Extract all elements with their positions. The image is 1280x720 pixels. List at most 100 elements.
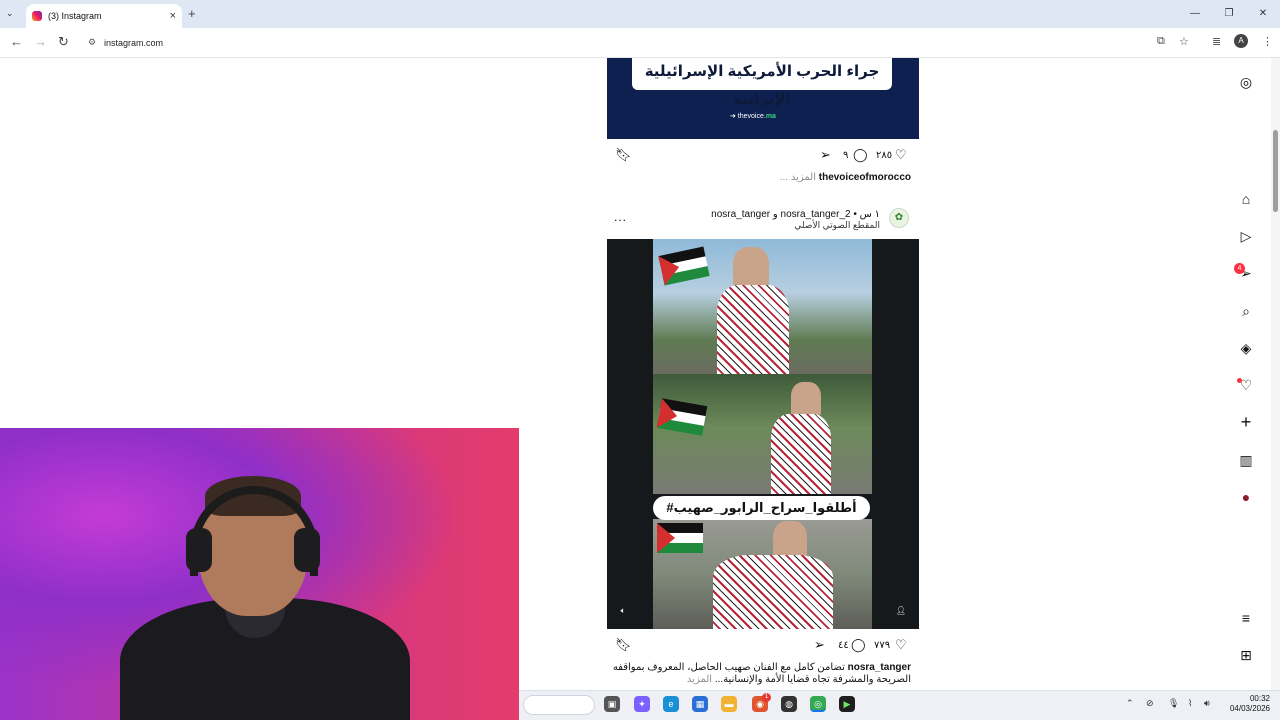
reels-icon[interactable]: ▷ xyxy=(1236,226,1256,246)
post1-comment-icon[interactable]: ◯ xyxy=(853,148,868,162)
window-controls: — ❐ ✕ xyxy=(1178,0,1280,28)
post2-author[interactable]: nosra_tanger xyxy=(848,662,911,673)
video-frame-top xyxy=(653,239,872,375)
post1-brand-prefix: ➔ thevoice xyxy=(730,113,764,120)
app-icon-dark[interactable]: ◍ xyxy=(781,696,797,712)
video-frame-middle xyxy=(653,374,872,494)
taskbar-search-box[interactable] xyxy=(523,695,595,715)
post1-like-icon[interactable]: ♡ xyxy=(895,148,907,162)
post2-caption-text: تضامن كامل مع الفنان صهيب الحاصل، المعرو… xyxy=(612,662,845,673)
dashboard-icon[interactable]: ▥ xyxy=(1236,450,1256,470)
site-info-icon[interactable]: ⚙ xyxy=(88,37,96,48)
post2-more-link[interactable]: المزيد xyxy=(687,674,712,685)
messages-badge: 4 xyxy=(1234,263,1245,274)
headset-ear-right xyxy=(294,528,320,572)
tab-search-icon[interactable]: ⌄ xyxy=(6,8,18,20)
post2-like-count[interactable]: ٧٧٩ xyxy=(874,639,890,653)
address-bar[interactable]: ⚙ instagram.com xyxy=(84,32,1200,54)
post2-author-avatar[interactable]: ✿ xyxy=(889,208,909,228)
post2-like-icon[interactable]: ♡ xyxy=(895,638,907,652)
tray-chevron-icon[interactable]: ⌃ xyxy=(1126,698,1134,709)
palestine-flag xyxy=(658,246,710,286)
tray-wifi-icon[interactable]: ⌇ xyxy=(1188,698,1192,709)
browser-menu-icon[interactable]: ⋮ xyxy=(1262,35,1273,48)
taskbar-clock[interactable]: 00:32 04/03/2026 xyxy=(1222,694,1270,714)
new-tab-button[interactable]: + xyxy=(188,6,196,21)
scrollbar-thumb[interactable] xyxy=(1273,130,1278,212)
keffiyeh xyxy=(771,414,831,494)
bookmark-star-icon[interactable]: ☆ xyxy=(1179,35,1189,48)
palestine-flag xyxy=(656,398,708,436)
post1-like-count[interactable]: ٢٨٥ xyxy=(876,149,892,163)
singer-head xyxy=(773,521,807,559)
tab-instagram[interactable]: (3) Instagram × xyxy=(26,4,182,28)
tab-close-button[interactable]: × xyxy=(170,10,176,22)
post2-share-icon[interactable]: ➢ xyxy=(814,638,825,652)
also-from-meta-icon[interactable]: ⊞ xyxy=(1236,645,1256,665)
post2-comment-count[interactable]: ٤٤ xyxy=(838,639,849,653)
post1-more-link[interactable]: ... المزيد xyxy=(780,172,816,183)
task-view-icon[interactable]: ▣ xyxy=(604,696,620,712)
post2-audio-label[interactable]: المقطع الصوتي الأصلي xyxy=(794,220,880,231)
explore-icon[interactable]: ◈ xyxy=(1236,338,1256,358)
browser-toolbar: ← → ↻ ⚙ instagram.com ⧉ ☆ ≣ ⋮ xyxy=(0,28,1280,58)
post2-hashtag-overlay: #أطلقوا_سراح_الرابور_صهيب xyxy=(653,496,870,520)
more-menu-icon[interactable]: ≡ xyxy=(1236,608,1256,628)
tray-mic-icon[interactable]: 🎙︎ xyxy=(1168,698,1179,709)
post2-video[interactable] xyxy=(607,239,919,629)
palestine-flag xyxy=(657,523,703,553)
tray-volume-icon[interactable]: 🔊︎ xyxy=(1204,698,1210,709)
keffiyeh xyxy=(717,285,789,375)
keffiyeh xyxy=(713,555,833,629)
post1-comment-count[interactable]: ٩ xyxy=(843,149,848,163)
edge-icon[interactable]: e xyxy=(663,696,679,712)
mute-speaker-icon[interactable]: 🔈︎ xyxy=(616,604,630,618)
home-icon[interactable]: ⌂ xyxy=(1236,189,1256,209)
browser-profile-avatar[interactable]: A xyxy=(1234,34,1248,48)
post2-caption-text-2: الصريحة والمشرفة تجاه قضايا الأمة والإنس… xyxy=(714,674,911,685)
post2-usernames[interactable]: nosra_tanger و nosra_tanger_2 • ١ س xyxy=(711,209,880,220)
tagged-users-icon[interactable]: 👤︎ xyxy=(894,604,908,618)
reload-button[interactable]: ↻ xyxy=(58,34,69,50)
singer-head xyxy=(733,247,769,287)
create-icon[interactable]: + xyxy=(1236,412,1256,432)
chrome-icon[interactable]: ◎ xyxy=(810,696,826,712)
tray-network-icon[interactable]: ⊘ xyxy=(1146,698,1154,709)
post1-author[interactable]: thevoiceofmorocco xyxy=(819,172,911,183)
close-window-button[interactable]: ✕ xyxy=(1246,0,1280,28)
reading-list-icon[interactable]: ≣ xyxy=(1212,35,1221,48)
clock-date: 04/03/2026 xyxy=(1229,704,1270,713)
post1-share-icon[interactable]: ➢ xyxy=(820,148,831,162)
back-button[interactable]: ← xyxy=(10,34,23,49)
clock-time: 00:32 xyxy=(1249,694,1270,703)
search-icon[interactable]: ⌕ xyxy=(1236,301,1256,321)
restore-button[interactable]: ❐ xyxy=(1212,0,1246,28)
instagram-logo-icon[interactable]: ◎ xyxy=(1236,72,1256,92)
post2-caption-line2: الصريحة والمشرفة تجاه قضايا الأمة والإنس… xyxy=(687,674,911,685)
taskbar-app-badge: 1 xyxy=(762,693,771,702)
file-explorer-icon[interactable]: ▬ xyxy=(721,696,737,712)
headset-ear-left xyxy=(186,528,212,572)
post2-comment-icon[interactable]: ◯ xyxy=(851,638,866,652)
post1-banner-text: جراء الحرب الأمريكية الإسرائيلية الإيران… xyxy=(632,58,892,108)
tab-title: (3) Instagram xyxy=(48,11,102,21)
webcam-overlay xyxy=(0,428,519,720)
post2-more-options-button[interactable]: ... xyxy=(614,210,627,224)
post2-caption-line1: تضامن كامل مع الفنان صهيب الحاصل، المعرو… xyxy=(613,662,911,673)
post1-brand-suffix: .ma xyxy=(763,113,776,120)
store-icon[interactable]: ▦ xyxy=(692,696,708,712)
install-app-icon[interactable]: ⧉ xyxy=(1157,35,1165,48)
minimize-button[interactable]: — xyxy=(1178,0,1212,28)
forward-button[interactable]: → xyxy=(34,34,47,49)
browser-tab-bar: ⌄ (3) Instagram × + — ❐ ✕ xyxy=(0,0,1280,28)
copilot-icon[interactable]: ✦ xyxy=(634,696,650,712)
profile-avatar-icon[interactable]: ● xyxy=(1236,487,1256,507)
notifications-dot xyxy=(1237,378,1242,383)
post1-caption: ... المزيد thevoiceofmorocco xyxy=(780,172,911,183)
app-icon-green[interactable]: ▶ xyxy=(839,696,855,712)
video-frame-bottom xyxy=(653,519,872,629)
post1-save-icon[interactable]: 🔖︎ xyxy=(615,148,632,162)
post2-save-icon[interactable]: 🔖︎ xyxy=(615,638,632,652)
singer-head xyxy=(791,382,821,416)
url-text: instagram.com xyxy=(104,38,164,48)
